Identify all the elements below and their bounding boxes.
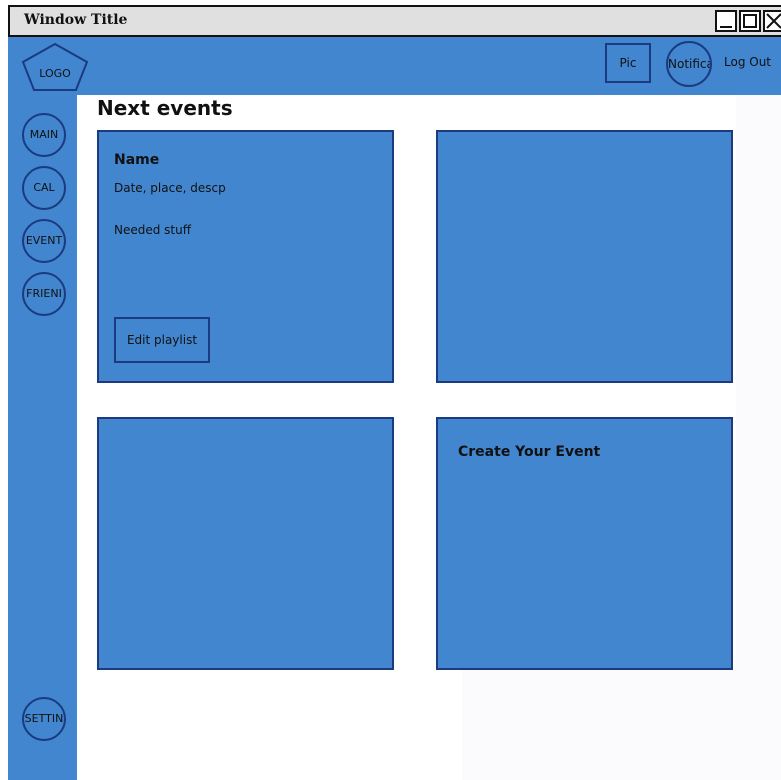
page-title: Next events <box>97 96 233 120</box>
create-event-title: Create Your Event <box>458 444 601 460</box>
sidebar: MAIN CAL EVENT FRIENI SETTIN <box>8 95 77 780</box>
minimize-icon <box>720 26 732 28</box>
sidebar-item-friends[interactable]: FRIENI <box>22 272 66 316</box>
sidebar-item-events[interactable]: EVENT <box>22 219 66 263</box>
event-details: Date, place, descp <box>114 181 226 195</box>
logout-link[interactable]: Log Out <box>724 55 771 69</box>
create-event-card[interactable]: Create Your Event <box>436 417 733 670</box>
app-window: Window Title LOGO Pic Notifica Log Out M… <box>0 0 781 780</box>
title-bar[interactable]: Window Title <box>8 5 781 37</box>
maximize-icon <box>743 14 757 28</box>
sidebar-item-calendar[interactable]: CAL <box>22 166 66 210</box>
event-card[interactable]: Name Date, place, descp Needed stuff Edi… <box>97 130 394 383</box>
event-card-empty[interactable] <box>436 130 733 383</box>
sidebar-item-main[interactable]: MAIN <box>22 113 66 157</box>
event-needed-stuff: Needed stuff <box>114 223 192 237</box>
maximize-button[interactable] <box>739 10 761 32</box>
event-name: Name <box>114 152 160 168</box>
logo-label: LOGO <box>39 67 71 80</box>
logo[interactable]: LOGO <box>20 42 90 92</box>
window-title: Window Title <box>24 12 128 28</box>
event-card-empty[interactable] <box>97 417 394 670</box>
sidebar-item-settings[interactable]: SETTIN <box>22 697 66 741</box>
notifications-button[interactable]: Notifica <box>666 41 712 87</box>
close-button[interactable] <box>763 10 781 32</box>
background-shade-bottom <box>462 670 781 780</box>
app-header: LOGO Pic Notifica Log Out <box>8 37 781 95</box>
close-icon <box>766 13 781 29</box>
minimize-button[interactable] <box>715 10 737 32</box>
profile-pic-button[interactable]: Pic <box>605 43 651 83</box>
edit-playlist-button[interactable]: Edit playlist <box>114 317 210 363</box>
